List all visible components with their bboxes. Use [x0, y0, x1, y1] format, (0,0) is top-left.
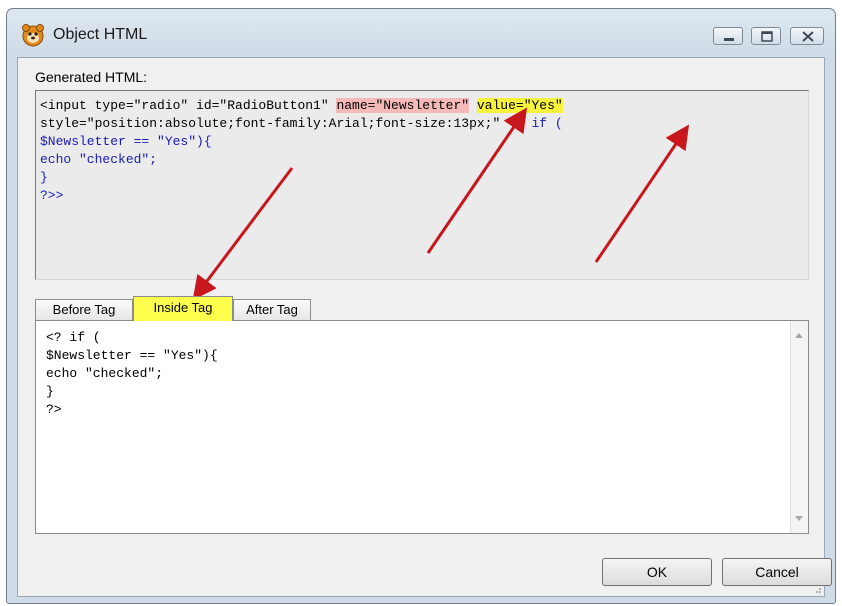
code-line-2-style: style="position:absolute;font-family:Ari…	[40, 116, 509, 131]
generated-html-code: <input type="radio" id="RadioButton1" na…	[40, 97, 808, 205]
object-html-dialog: Object HTML Generated HTML: <input type=…	[6, 8, 836, 604]
minimize-button[interactable]	[713, 27, 743, 45]
code-line-4: echo "checked";	[40, 152, 158, 167]
window-title: Object HTML	[53, 26, 148, 43]
inside-tag-code: <? if ( $Newsletter == "Yes"){ echo "che…	[46, 330, 218, 417]
scroll-up-icon[interactable]	[795, 333, 803, 338]
minimize-icon	[724, 38, 734, 41]
resize-grip-icon[interactable]	[812, 584, 822, 594]
code-line-3: $Newsletter == "Yes"){	[40, 134, 212, 149]
inside-tag-editor[interactable]: <? if ( $Newsletter == "Yes"){ echo "che…	[35, 320, 809, 534]
close-button[interactable]	[790, 27, 824, 45]
maximize-button[interactable]	[751, 27, 781, 45]
generated-html-label: Generated HTML:	[35, 69, 148, 85]
tab-before-tag[interactable]: Before Tag	[35, 299, 133, 320]
tab-inside-tag[interactable]: Inside Tag	[133, 296, 233, 321]
dialog-content: Generated HTML: <input type="radio" id="…	[17, 57, 832, 597]
vertical-scrollbar[interactable]	[790, 321, 808, 533]
generated-html-box[interactable]: <input type="radio" id="RadioButton1" na…	[35, 90, 809, 280]
name-attribute-highlight: name="Newsletter"	[336, 98, 470, 113]
code-line-6: ?>>	[40, 188, 64, 203]
close-icon	[802, 31, 814, 42]
ok-button[interactable]: OK	[602, 558, 712, 586]
code-line-2-php: <? if (	[508, 116, 563, 131]
tab-after-tag[interactable]: After Tag	[233, 299, 311, 320]
title-bar[interactable]: Object HTML	[7, 9, 835, 57]
value-attribute-highlight: value="Yes"	[476, 98, 563, 113]
maximize-icon	[761, 31, 773, 42]
scroll-down-icon[interactable]	[795, 516, 803, 521]
code-line-5: }	[40, 170, 48, 185]
code-line-1-start: <input type="radio" id="RadioButton1"	[40, 98, 337, 113]
cancel-button[interactable]: Cancel	[722, 558, 832, 586]
app-icon	[22, 24, 44, 47]
